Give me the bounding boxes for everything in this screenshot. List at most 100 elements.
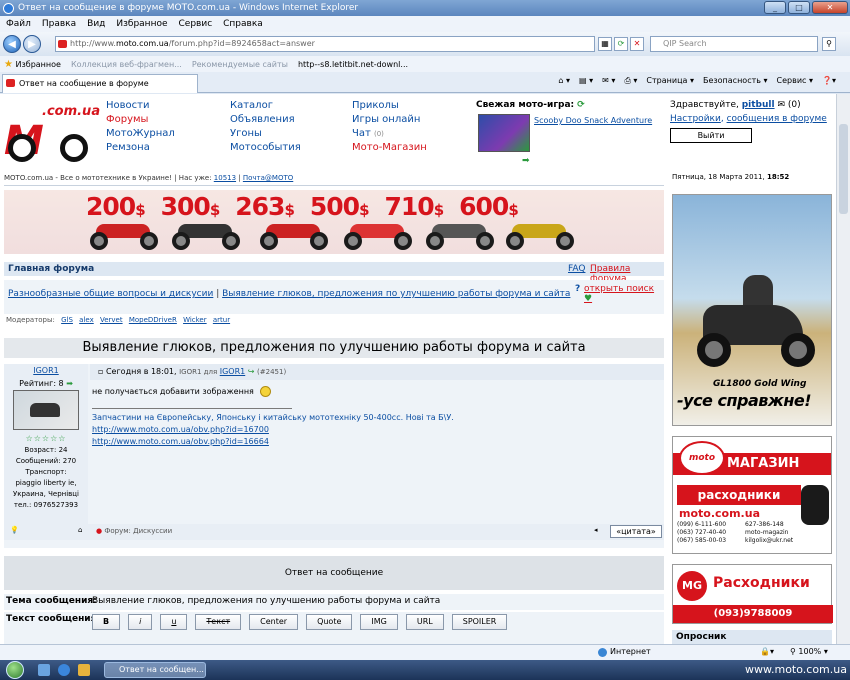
inbox-icon[interactable]: ✉ [777,100,785,110]
vertical-scrollbar[interactable] [836,94,850,644]
cmd-page[interactable]: Страница ▾ [646,76,694,86]
game-thumbnail[interactable] [478,114,530,152]
rating-up-icon[interactable]: ➡ [66,379,73,388]
forum-home-link[interactable]: Главная форума [8,264,94,274]
spoiler-button[interactable]: SPOILER [451,614,508,630]
nav-repair[interactable]: Ремзона [106,142,175,153]
start-button[interactable] [6,661,24,679]
command-bar: ⌂ ▾ ▤ ▾ ✉ ▾ ⎙ ▾ Страница ▾ Безопасность … [558,76,836,86]
back-arrow-icon[interactable]: ◂ [594,526,598,534]
mail-icon[interactable]: ✉ ▾ [602,76,615,86]
price-3: 263$ [235,192,295,221]
nav-thefts[interactable]: Угоны [230,128,301,139]
favorites-button[interactable]: ★ Избранное [4,59,61,70]
moderator-link[interactable]: alex [79,316,94,324]
profile-icon[interactable]: ⌂ [78,526,82,534]
faq-link[interactable]: FAQ [568,264,585,274]
underline-button[interactable]: u [160,614,188,630]
moderator-link[interactable]: artur [213,316,230,324]
cmd-tools[interactable]: Сервис ▾ [777,76,813,86]
open-search-link[interactable]: открыть поиск ♥ [584,284,664,304]
nav-chat[interactable]: Чат (0) [352,128,427,139]
menu-view[interactable]: Вид [87,19,105,29]
cmd-safety[interactable]: Безопасность ▾ [703,76,768,86]
logout-button[interactable]: Выйти [670,128,752,143]
menu-file[interactable]: Файл [6,19,31,29]
print-icon[interactable]: ⎙ ▾ [624,76,637,86]
refresh-icon[interactable]: ⟳ [577,100,585,110]
nav-journal[interactable]: МотоЖурнал [106,128,175,139]
settings-link[interactable]: Настройки [670,114,721,124]
back-button[interactable]: ◀ [3,35,21,53]
nav-forums[interactable]: Форумы [106,114,175,125]
moderator-link[interactable]: MopeDDriveR [129,316,177,324]
fav-item-suggested[interactable]: Рекомендуемые сайты [192,60,288,69]
arrow-right-icon[interactable]: ➡ [522,156,530,166]
nav-shop[interactable]: Мото-Магазин [352,142,427,153]
search-input[interactable]: QIP Search [650,36,818,52]
maximize-button[interactable]: □ [788,1,810,14]
nav-events[interactable]: Мотособытия [230,142,301,153]
my-messages-link[interactable]: сообщения в форуме [727,114,827,124]
nav-catalog[interactable]: Каталог [230,100,301,111]
ie-launch-icon[interactable] [58,664,70,676]
mg-parts-ad[interactable]: MG Расходники (093)9788009 (067)1926990 [672,564,833,637]
moderator-link[interactable]: GlS [61,316,73,324]
nav-games[interactable]: Игры онлайн [352,114,427,125]
breadcrumb-topic[interactable]: Выявление глюков, предложения по улучшен… [222,289,570,299]
menu-tools[interactable]: Сервис [179,19,213,29]
nav-news[interactable]: Новости [106,100,175,111]
img-button[interactable]: IMG [360,614,398,630]
zoom-level[interactable]: ⚲ 100% ▾ [790,647,828,656]
italic-button[interactable]: i [128,614,153,630]
fav-item-gallery[interactable]: Коллекция веб-фрагмен... [71,60,182,69]
moderator-link[interactable]: Vervet [100,316,123,324]
signature-link-1[interactable]: http://www.moto.com.ua/obv.php?id=16700 [92,424,454,436]
breadcrumb-category[interactable]: Разнообразные общие вопросы и дискусии [8,289,213,299]
reply-arrow-icon[interactable]: ↪ [248,367,255,376]
close-button[interactable]: ✕ [812,1,848,14]
moto-shop-ad[interactable]: МАГАЗИН расходники moto.com.ua (099) 6-1… [672,436,832,554]
scooter-price-banner[interactable]: 200$ 300$ 263$ 500$ 710$ 600$ [4,190,664,254]
forward-button[interactable]: ▶ [23,35,41,53]
explorer-launch-icon[interactable] [78,664,90,676]
protected-mode-icon[interactable]: 🔒▾ [760,647,774,656]
mail-link[interactable]: Почта@MOTO [243,174,293,182]
strike-button[interactable]: Текст [195,614,242,630]
user-count-link[interactable]: 10513 [214,174,236,182]
goldwing-ad[interactable]: GL1800 Gold Wing -усе справжне! [672,194,832,426]
show-desktop-icon[interactable] [38,664,50,676]
game-link[interactable]: Scooby Doo Snack Adventure [534,116,652,125]
feeds-icon[interactable]: ▤ ▾ [579,76,593,86]
minimize-button[interactable]: _ [764,1,786,14]
scroll-thumb[interactable] [839,124,848,214]
menu-help[interactable]: Справка [223,19,263,29]
bulb-icon[interactable]: 💡 [10,526,19,534]
compat-view-icon[interactable]: ▦ [598,37,612,51]
username-link[interactable]: pitbull [742,100,775,110]
subject-value[interactable]: Выявление глюков, предложения по улучшен… [92,596,440,606]
quote-tag-button[interactable]: Quote [306,614,353,630]
menu-edit[interactable]: Правка [42,19,76,29]
url-button[interactable]: URL [405,614,444,630]
help-icon[interactable]: ❓▾ [822,76,836,86]
stop-icon[interactable]: ✕ [630,37,644,51]
bold-button[interactable]: B [92,614,121,630]
refresh-icon[interactable]: ⟳ [614,37,628,51]
center-button[interactable]: Center [249,614,299,630]
site-logo[interactable]: .com.ua M [4,100,100,164]
reply-to-user-link[interactable]: IGOR1 [220,367,246,376]
address-input[interactable]: http://www.moto.com.ua/forum.php?id=8924… [55,36,595,52]
author-link[interactable]: IGOR1 [4,366,88,375]
nav-ads[interactable]: Объявления [230,114,301,125]
menu-favorites[interactable]: Избранное [116,19,167,29]
quote-button[interactable]: «цитата» [610,525,662,538]
moderator-link[interactable]: Wicker [183,316,207,324]
nav-jokes[interactable]: Приколы [352,100,427,111]
search-icon[interactable]: ⚲ [822,37,836,51]
fav-item-letitbit[interactable]: http--s8.letitbit.net-downl... [298,60,408,69]
tab-active[interactable]: Ответ на сообщение в форуме MOTO.com.ua [2,74,198,105]
taskbar-ie-window[interactable]: Ответ на сообщен... [104,662,206,678]
home-icon[interactable]: ⌂ ▾ [558,76,570,86]
signature-link-2[interactable]: http://www.moto.com.ua/obv.php?id=16664 [92,436,454,448]
